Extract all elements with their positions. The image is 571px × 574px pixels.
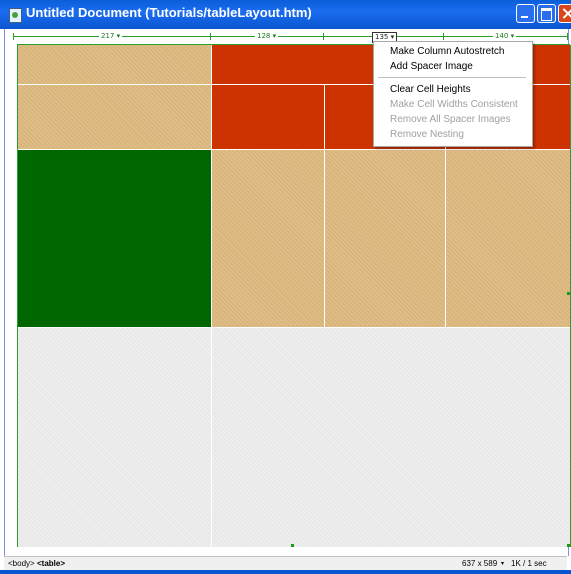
download-size-time: 1K / 1 sec (511, 559, 547, 568)
window-size-dropdown-icon[interactable]: ▾ (501, 560, 504, 567)
title-bar: Untitled Document (Tutorials/tableLayout… (0, 0, 571, 29)
document-icon (9, 8, 22, 23)
table-cell[interactable] (211, 149, 570, 327)
ruler-tick (13, 33, 14, 40)
menu-separator (378, 77, 526, 78)
status-bar: <body> <table> 637 x 589 ▾ 1K / 1 sec (4, 556, 567, 571)
menu-item-make-column-autostretch[interactable]: Make Column Autostretch (390, 45, 505, 59)
ruler-tick (567, 33, 568, 40)
window-title: Untitled Document (Tutorials/tableLayout… (26, 5, 312, 20)
cell-border (18, 149, 570, 150)
column-width-label-2[interactable]: 128 ▾ (255, 32, 279, 41)
table-cell[interactable] (18, 149, 211, 327)
ruler-tick (210, 33, 211, 40)
menu-item-make-cell-widths-consistent: Make Cell Widths Consistent (390, 99, 518, 110)
cell-border (324, 84, 325, 327)
resize-handle[interactable] (291, 544, 294, 547)
column-width-label-4[interactable]: 140 ▾ (493, 32, 517, 41)
menu-item-remove-nesting: Remove Nesting (390, 129, 464, 140)
table-cell[interactable] (18, 45, 211, 149)
column-context-menu: Make Column Autostretch Add Spacer Image… (373, 41, 533, 147)
minimize-button[interactable] (516, 4, 535, 23)
close-button[interactable] (558, 4, 571, 23)
table-cell[interactable] (18, 327, 570, 547)
tag-selector-body[interactable]: <body> (8, 559, 35, 568)
ruler-line (13, 36, 568, 37)
window-bottom-border (0, 570, 571, 574)
resize-handle[interactable] (567, 292, 570, 295)
ruler-tick (323, 33, 324, 40)
maximize-button[interactable] (537, 4, 556, 23)
menu-item-add-spacer-image[interactable]: Add Spacer Image (390, 60, 473, 74)
menu-item-clear-cell-heights[interactable]: Clear Cell Heights (390, 83, 471, 97)
menu-item-remove-all-spacer-images: Remove All Spacer Images (390, 114, 511, 125)
cell-border (211, 45, 212, 547)
resize-handle[interactable] (567, 544, 570, 547)
tag-selector-table[interactable]: <table> (37, 559, 65, 568)
ruler-tick (443, 33, 444, 40)
column-width-label-1[interactable]: 217 ▾ (99, 32, 123, 41)
window-size-readout[interactable]: 637 x 589 (462, 559, 497, 568)
cell-border (18, 327, 570, 328)
